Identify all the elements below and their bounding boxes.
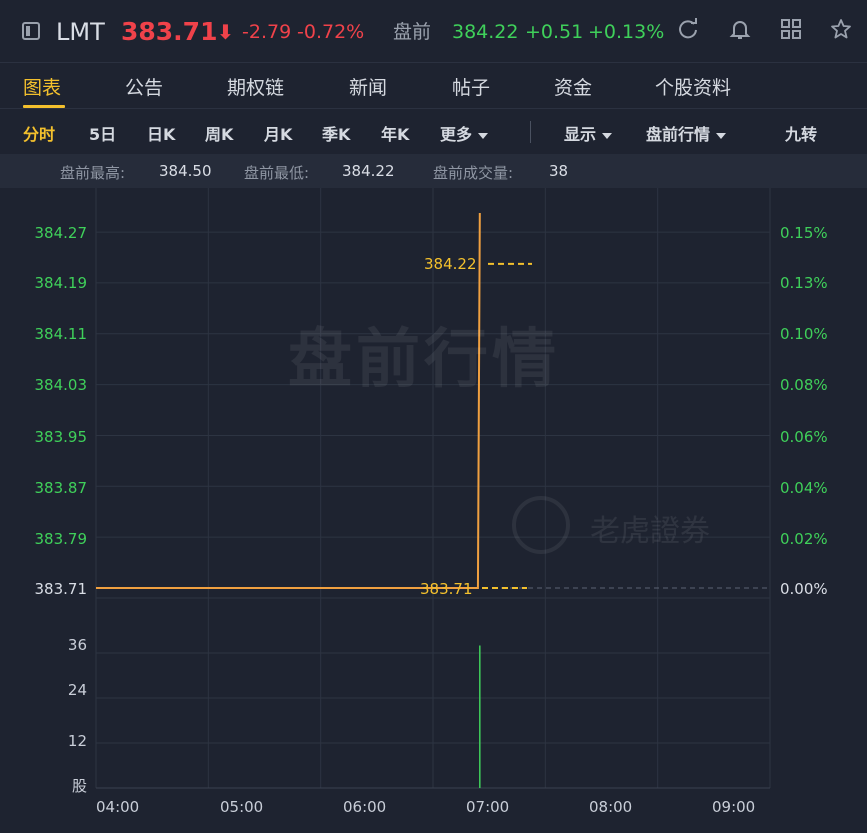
period-weekly[interactable]: 周K [205, 121, 233, 145]
main-tabs: 图表 公告 期权链 新闻 帖子 资金 个股资料 [0, 62, 867, 109]
time-tick: 06:00 [343, 798, 387, 816]
premarket-change-pct: +0.13% [588, 21, 665, 43]
time-tick: 09:00 [712, 798, 756, 816]
volume-unit: 股 [71, 777, 87, 795]
premarket-label: 盘前 [393, 21, 432, 43]
high-value: 384.50 [159, 162, 212, 180]
last-price: 383.71 [121, 17, 218, 46]
premarket-price: 384.22 [452, 21, 519, 43]
tab-announcements[interactable]: 公告 [125, 73, 163, 100]
tab-company-profile[interactable]: 个股资料 [655, 73, 731, 100]
tab-options-chain[interactable]: 期权链 [227, 73, 284, 100]
tab-chart[interactable]: 图表 [23, 73, 61, 100]
price-tick: 383.95 [34, 428, 88, 446]
panel-icon[interactable] [22, 22, 40, 40]
premarket-stats: 盘前最高: 384.50 盘前最低: 384.22 盘前成交量: 38 [0, 154, 867, 188]
tab-posts[interactable]: 帖子 [452, 73, 490, 100]
base-price-tag: 383.71 [420, 580, 473, 598]
volume-label: 盘前成交量: [433, 164, 514, 182]
price-tick: 384.11 [34, 325, 88, 343]
more-label: 更多 [440, 125, 473, 144]
volume-tick: 12 [67, 732, 87, 750]
high-label: 盘前最高: [60, 164, 126, 182]
time-tick: 08:00 [589, 798, 633, 816]
display-dropdown[interactable]: 显示 [564, 121, 613, 145]
chevron-down-icon [716, 132, 727, 139]
tiger-logo-icon [512, 496, 570, 554]
price-tick: 383.71 [34, 580, 88, 598]
down-arrow-icon: ⬇ [217, 20, 234, 44]
tab-news[interactable]: 新闻 [349, 73, 387, 100]
chevron-down-icon [602, 132, 613, 139]
premarket-dropdown-label: 盘前行情 [646, 125, 711, 144]
period-quarterly[interactable]: 季K [322, 121, 350, 145]
pct-tick: 0.15% [780, 224, 828, 242]
chevron-down-icon [478, 132, 489, 139]
price-tick: 384.19 [34, 274, 88, 292]
premarket-dropdown[interactable]: 盘前行情 [646, 121, 727, 145]
low-value: 384.22 [342, 162, 395, 180]
star-icon[interactable] [827, 18, 855, 46]
pct-tick: 0.00% [780, 580, 828, 598]
tab-capital[interactable]: 资金 [554, 73, 592, 100]
volume-tick: 36 [67, 636, 87, 654]
low-label: 盘前最低: [244, 164, 310, 182]
volume-value: 38 [549, 162, 569, 180]
premarket-change: +0.51 [525, 21, 584, 43]
price-change-pct: -0.72% [297, 21, 365, 43]
period-5day[interactable]: 5日 [89, 121, 116, 145]
price-line [96, 212, 481, 589]
more-dropdown[interactable]: 更多 [440, 121, 489, 145]
grid-icon[interactable] [777, 18, 805, 46]
price-tick: 383.79 [34, 530, 88, 548]
intraday-chart[interactable]: 盘前行情 老虎證券 384.27 384.19 384.11 384.03 38… [0, 188, 867, 833]
period-yearly[interactable]: 年K [381, 121, 409, 145]
divider [530, 121, 531, 143]
logo-text: 老虎證券 [590, 514, 710, 549]
last-price-tag: 384.22 [424, 255, 477, 273]
period-daily[interactable]: 日K [147, 121, 175, 145]
time-tick: 07:00 [466, 798, 510, 816]
pct-tick: 0.02% [780, 530, 828, 548]
pct-tick: 0.06% [780, 428, 828, 446]
nine-turn-button[interactable]: 九转 [785, 121, 817, 145]
pct-tick: 0.04% [780, 479, 828, 497]
price-tick: 383.87 [34, 479, 88, 497]
price-change: -2.79 [242, 21, 292, 43]
refresh-icon[interactable] [674, 18, 702, 46]
price-tick: 384.03 [34, 376, 88, 394]
quote-header: LMT 383.71 ⬇ -2.79 -0.72% 盘前 384.22 +0.5… [0, 0, 867, 62]
watermark: 盘前行情 [288, 323, 560, 397]
period-intraday[interactable]: 分时 [23, 121, 55, 145]
pct-tick: 0.13% [780, 274, 828, 292]
pct-tick: 0.10% [780, 325, 828, 343]
bell-icon[interactable] [726, 18, 754, 46]
time-tick: 05:00 [220, 798, 264, 816]
display-label: 显示 [564, 125, 597, 144]
price-tick: 384.27 [34, 224, 88, 242]
chart-grid [95, 188, 771, 789]
time-tick: 04:00 [96, 798, 140, 816]
period-monthly[interactable]: 月K [264, 121, 292, 145]
pct-tick: 0.08% [780, 376, 828, 394]
period-bar: 分时 5日 日K 周K 月K 季K 年K 更多 显示 盘前行情 九转 [0, 108, 867, 155]
ticker-symbol: LMT [56, 18, 105, 46]
volume-tick: 24 [67, 681, 87, 699]
